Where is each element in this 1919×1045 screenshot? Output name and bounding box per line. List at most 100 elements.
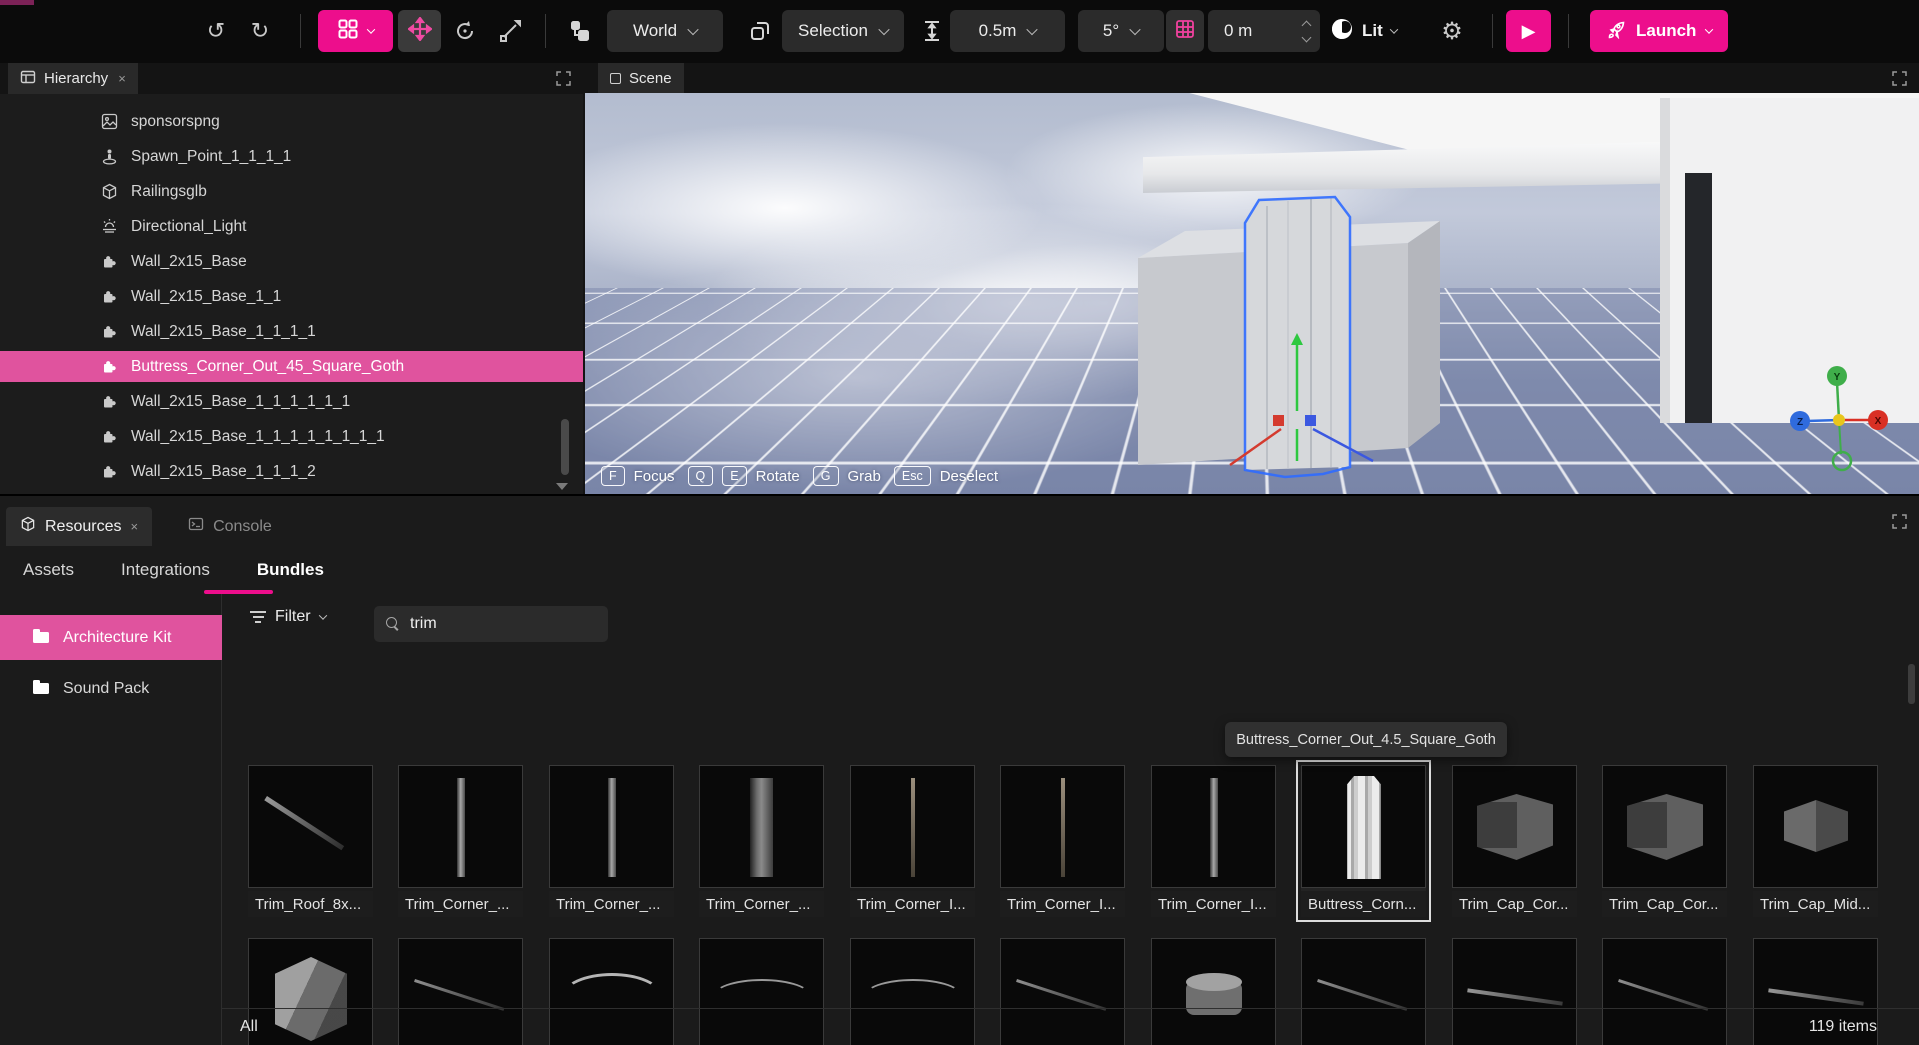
grid-2x2-icon <box>338 19 358 44</box>
window-accent-strip <box>0 0 34 5</box>
redo-button[interactable]: ↻ <box>240 10 280 52</box>
key-hint: Esc <box>894 466 931 486</box>
undo-button[interactable]: ↺ <box>196 10 236 52</box>
asset-library-button[interactable] <box>318 10 393 52</box>
settings-gear-button[interactable]: ⚙ <box>1432 10 1472 52</box>
scene-area: Scene <box>585 63 1919 494</box>
key-hint: F <box>601 466 625 486</box>
move-snap-icon <box>912 10 952 52</box>
play-button[interactable]: ▶ <box>1506 10 1551 52</box>
move-tool-button[interactable] <box>398 10 441 52</box>
nav-integrations[interactable]: Integrations <box>121 560 210 580</box>
rotate-tool-button[interactable] <box>445 10 485 52</box>
chevron-down-icon <box>1129 24 1140 35</box>
hierarchy-panel: Hierarchy × sponsorspng Spawn_Point_1_1_… <box>0 63 583 494</box>
step-down-icon[interactable] <box>1302 32 1312 42</box>
close-icon[interactable]: × <box>118 71 126 86</box>
grid-snap-toggle[interactable] <box>1166 10 1204 52</box>
grid-scrollbar-thumb[interactable] <box>1908 664 1915 704</box>
launch-button[interactable]: Launch <box>1590 10 1728 52</box>
tab-hierarchy[interactable]: Hierarchy × <box>8 63 138 94</box>
tree-row-selected[interactable]: Buttress_Corner_Out_45_Square_Goth <box>0 351 583 382</box>
tree-row[interactable]: Railingsglb <box>0 176 583 207</box>
asset-card[interactable]: Trim_Corner_I... <box>850 765 975 917</box>
expand-panel-icon[interactable] <box>556 71 571 86</box>
puzzle-icon <box>100 288 118 306</box>
asset-card[interactable]: Trim_Corner_... <box>549 765 674 917</box>
grid-offset-value: 0 m <box>1224 21 1252 41</box>
sidebar-item-architecture-kit[interactable]: Architecture Kit <box>0 615 222 660</box>
pivot-dropdown[interactable]: Selection <box>782 10 904 52</box>
pivot-icon[interactable] <box>740 10 780 52</box>
rotate-snap-dropdown[interactable]: 5° <box>1078 10 1164 52</box>
filter-button[interactable]: Filter <box>250 608 326 626</box>
asset-card[interactable]: Trim_Cap_Cor... <box>1602 765 1727 917</box>
hint-label: Focus <box>634 468 675 485</box>
play-icon: ▶ <box>1522 21 1536 42</box>
tab-console[interactable]: Console <box>174 507 286 546</box>
render-mode-dropdown[interactable]: Lit <box>1330 10 1397 52</box>
hint-label: Grab <box>848 468 881 485</box>
scroll-down-arrow-icon[interactable] <box>556 483 568 490</box>
transform-space-icon[interactable] <box>560 10 600 52</box>
top-toolbar: ↺ ↻ World <box>0 0 1919 63</box>
grid-snap-icon <box>1175 19 1195 44</box>
key-hint: E <box>722 466 746 486</box>
chevron-down-icon <box>878 24 889 35</box>
footer-all-filter[interactable]: All <box>240 1018 258 1036</box>
tree-row[interactable]: Wall_2x15_Base <box>0 246 583 277</box>
divider <box>300 14 301 48</box>
transform-space-dropdown[interactable]: World <box>607 10 723 52</box>
nav-assets[interactable]: Assets <box>23 560 74 580</box>
step-up-icon[interactable] <box>1302 20 1312 30</box>
search-input[interactable] <box>410 615 580 633</box>
hint-label: Deselect <box>940 468 998 485</box>
asset-card[interactable]: Trim_Corner_I... <box>1151 765 1276 917</box>
tree-row[interactable]: Wall_2x15_Base_1_1 <box>0 281 583 312</box>
filter-icon <box>250 611 266 623</box>
tab-resources[interactable]: Resources × <box>6 507 152 546</box>
search-box[interactable] <box>374 606 608 642</box>
item-count: 119 items <box>1809 1018 1877 1036</box>
bundle-controls: Filter <box>222 594 1919 654</box>
folder-icon <box>33 683 49 694</box>
resources-box-icon <box>20 516 36 537</box>
asset-card[interactable]: Trim_Cap_Cor... <box>1452 765 1577 917</box>
tree-row[interactable]: Wall_2x15_Base_1_1_1_2 <box>0 456 583 487</box>
asset-card[interactable]: Trim_Corner_I... <box>1000 765 1125 917</box>
resources-tab-row: Resources × Console <box>0 496 1919 546</box>
tree-row[interactable]: sponsorspng <box>0 106 583 137</box>
nav-bundles[interactable]: Bundles <box>257 560 324 580</box>
viewport-3d[interactable]: F Focus Q E Rotate G Grab Esc Deselect Y… <box>585 93 1919 494</box>
hierarchy-scrollbar-thumb[interactable] <box>561 419 569 475</box>
tab-scene[interactable]: Scene <box>598 63 684 94</box>
selected-object-render <box>585 93 1919 494</box>
move-tool-icon <box>408 17 432 46</box>
chevron-down-icon <box>1390 25 1398 33</box>
spawn-point-icon <box>100 148 118 166</box>
divider <box>545 14 546 48</box>
viewport-hint-bar: F Focus Q E Rotate G Grab Esc Deselect <box>601 466 1002 486</box>
close-icon[interactable]: × <box>130 519 138 534</box>
expand-resources-icon[interactable] <box>1892 514 1907 529</box>
scale-tool-button[interactable] <box>490 10 530 52</box>
tree-row[interactable]: Directional_Light <box>0 211 583 242</box>
scene-icon <box>610 73 621 84</box>
asset-card[interactable]: Trim_Corner_... <box>699 765 824 917</box>
axis-y-label: Y <box>1834 372 1841 383</box>
sidebar-item-sound-pack[interactable]: Sound Pack <box>0 666 222 711</box>
axis-x-label: X <box>1875 416 1882 427</box>
orientation-gizmo[interactable]: Y Z X <box>1783 358 1895 480</box>
tree-row[interactable]: Wall_2x15_Base_1_1_1_1_1_1 <box>0 386 583 417</box>
asset-card[interactable]: Trim_Corner_... <box>398 765 523 917</box>
tree-row[interactable]: Wall_2x15_Base_1_1_1_1_1_1_1_1 <box>0 421 583 452</box>
move-snap-dropdown[interactable]: 0.5m <box>950 10 1065 52</box>
tree-row[interactable]: Spawn_Point_1_1_1_1 <box>0 141 583 172</box>
asset-card[interactable]: Trim_Cap_Mid... <box>1753 765 1878 917</box>
grid-offset-stepper[interactable]: 0 m <box>1208 10 1320 52</box>
asset-tooltip: Buttress_Corner_Out_4.5_Square_Goth <box>1225 722 1507 757</box>
tree-row[interactable]: Wall_2x15_Base_1_1_1_1 <box>0 316 583 347</box>
asset-card-selected[interactable]: Buttress_Corn... <box>1301 765 1426 917</box>
asset-card[interactable]: Trim_Roof_8x... <box>248 765 373 917</box>
expand-viewport-icon[interactable] <box>1892 71 1907 86</box>
